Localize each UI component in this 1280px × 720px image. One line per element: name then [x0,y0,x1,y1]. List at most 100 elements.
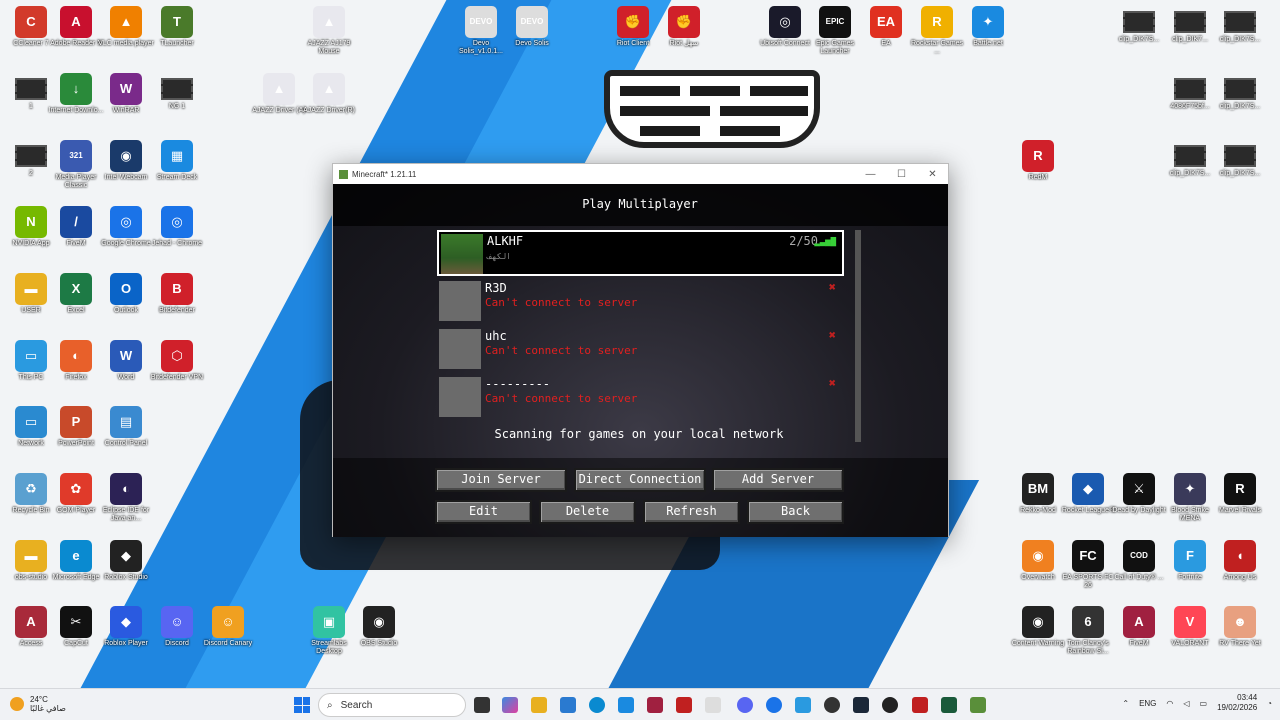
desktop-icon[interactable]: W WinRAR [97,73,155,115]
minimize-button[interactable]: — [855,169,886,180]
minecraft-taskbar-icon[interactable] [970,697,986,713]
desktop-icon[interactable]: clip_DIK7S... [1110,6,1168,44]
window-titlebar[interactable]: Minecraft* 1.21.11 — ☐ ✕ [333,164,948,184]
desktop-icon[interactable]: ◉ OBS Studio [350,606,408,648]
desktop-icon[interactable]: A FiveM [1110,606,1168,648]
weather-widget[interactable]: 24°C صافي غالبًا [10,695,66,713]
desktop-icon[interactable]: ☺ Discord Canary [199,606,257,648]
video-file-icon [1174,11,1206,33]
desktop-icon[interactable]: T TLauncher [148,6,206,48]
obs-icon[interactable] [824,697,840,713]
direct-connection-button[interactable]: Direct Connection [574,468,706,492]
desktop-icon[interactable]: ◆ Roblox Studio [97,540,155,582]
desktop-icon[interactable]: NG 1 [148,73,206,111]
back-button[interactable]: Back [747,500,844,524]
app-icon[interactable] [912,697,928,713]
desktop-icon[interactable]: DEVO Devo Solis_v1.0.1... [452,6,510,56]
steam-icon[interactable] [853,697,869,713]
discord-icon[interactable] [737,697,753,713]
app-icon: ↓ [60,73,92,105]
desktop-icon[interactable]: R Rockstar Games ... [908,6,966,56]
desktop-icon[interactable]: clip_DIK7S... [1211,73,1269,111]
chevron-up-icon[interactable]: ⌃ [1122,699,1129,708]
maximize-button[interactable]: ☐ [886,169,917,180]
app-icon: ♻ [15,473,47,505]
desktop-icon[interactable]: EA EA [857,6,915,48]
desktop-icon[interactable]: EPIC Epic Games Launcher [806,6,864,56]
copilot-icon[interactable] [502,697,518,713]
desktop-icon[interactable]: O Outlook [97,273,155,315]
desktop-icon[interactable]: R Marvel Rivals [1211,473,1269,515]
taskbar-search[interactable]: ⌕ Search [318,693,466,717]
desktop-icon-label: clip_DIK7S... [1219,170,1261,177]
app-icon[interactable] [882,697,898,713]
notification-icon[interactable]: ◔ [1267,699,1272,708]
edge-icon[interactable] [589,697,605,713]
desktop-icon[interactable]: ☻ RV There Yet [1211,606,1269,648]
desktop-icon[interactable]: ✊ Riot سهل [655,6,713,48]
app-icon[interactable] [795,697,811,713]
server-list-scrollbar[interactable] [855,230,861,442]
app-icon[interactable] [676,697,692,713]
wifi-icon[interactable]: ◠ [1166,699,1173,708]
desktop-icon[interactable]: clip_DIK7S... [1211,6,1269,44]
desktop-icon[interactable]: ◉ Intel Webcam [97,140,155,182]
file-explorer-icon[interactable] [531,697,547,713]
clock[interactable]: 03:44 19/02/2026 [1217,693,1257,713]
desktop-icon[interactable]: FC EA SPORTS FC 26 [1059,540,1117,590]
desktop-icon[interactable]: R RedM [1009,140,1067,182]
join-server-button[interactable]: Join Server [435,468,567,492]
desktop-icon[interactable]: ▲ VLC media player [97,6,155,48]
desktop-icon[interactable]: ✦ Battle.net [959,6,1017,48]
delete-button[interactable]: Delete [539,500,636,524]
server-entry[interactable]: ALKHF الكهف 2/50 ▂▃▅▇ [437,230,844,276]
desktop-icon[interactable]: ◎ Jehad - Chrome [148,206,206,248]
app-icon[interactable] [618,697,634,713]
desktop-icon[interactable]: ◖ Among Us [1211,540,1269,582]
edit-button[interactable]: Edit [435,500,532,524]
app-icon: ☻ [1224,606,1256,638]
desktop-icon[interactable]: ◆ Rocket League® [1059,473,1117,515]
desktop-icon-label: clip_DIK7S... [1219,36,1261,43]
terminal-icon[interactable] [941,697,957,713]
server-name: R3D [485,281,507,295]
server-motd: Can't connect to server [485,296,638,309]
language-indicator[interactable]: ENG [1139,699,1156,708]
server-entry[interactable]: --------- Can't connect to server ✖ [437,375,844,421]
desktop-icon[interactable]: ▲ AJAZZ Driver(R) [300,73,358,115]
desktop-icon[interactable]: clip_DIK7S... [1211,140,1269,178]
start-button[interactable] [294,697,310,713]
desktop-icon[interactable]: 6 Tom Clancy's Rainbow Si... [1059,606,1117,656]
desktop-icon[interactable]: COD Call of Duty® ... [1110,540,1168,582]
desktop-icon[interactable]: W Word [97,340,155,382]
app-icon: ▤ [110,406,142,438]
app-icon: DEVO [465,6,497,38]
app-icon[interactable] [705,697,721,713]
desktop-icon[interactable]: ▦ Stream Deck [148,140,206,182]
server-entry[interactable]: uhc Can't connect to server ✖ [437,327,844,373]
store-icon[interactable] [560,697,576,713]
desktop-icon[interactable]: ◐ Eclipse IDE for Java an... [97,473,155,523]
desktop-icon[interactable]: ◆ Roblox Player [97,606,155,648]
desktop-icon[interactable]: ✊ Riot Client [604,6,662,48]
desktop-icon[interactable]: DEVO Devo Solis [503,6,561,48]
server-entry[interactable]: R3D Can't connect to server ✖ [437,279,844,325]
fivem-icon[interactable] [647,697,663,713]
screen-title: Play Multiplayer [582,197,698,211]
close-button[interactable]: ✕ [917,169,948,180]
desktop-icon[interactable]: B Bitdefender [148,273,206,315]
chrome-icon[interactable] [766,697,782,713]
add-server-button[interactable]: Add Server [712,468,844,492]
battery-icon[interactable]: ▭ [1200,699,1208,708]
desktop-icon[interactable]: ☺ Discord [148,606,206,648]
clock-date: 19/02/2026 [1217,703,1258,712]
desktop-icon[interactable]: ⬡ Bitdefender VPN [148,340,206,382]
desktop-icon[interactable]: ▲ AJAZZ AJ179 Mouse [300,6,358,56]
desktop-icon[interactable]: ▤ Control Panel [97,406,155,448]
video-file-icon [161,78,193,100]
task-view-icon[interactable] [474,697,490,713]
desktop-icon[interactable]: ◎ Google Chrome [97,206,155,248]
refresh-button[interactable]: Refresh [643,500,740,524]
desktop-icon[interactable]: ⚔ Dead by Daylight [1110,473,1168,515]
volume-icon[interactable]: ◁ [1183,699,1189,708]
